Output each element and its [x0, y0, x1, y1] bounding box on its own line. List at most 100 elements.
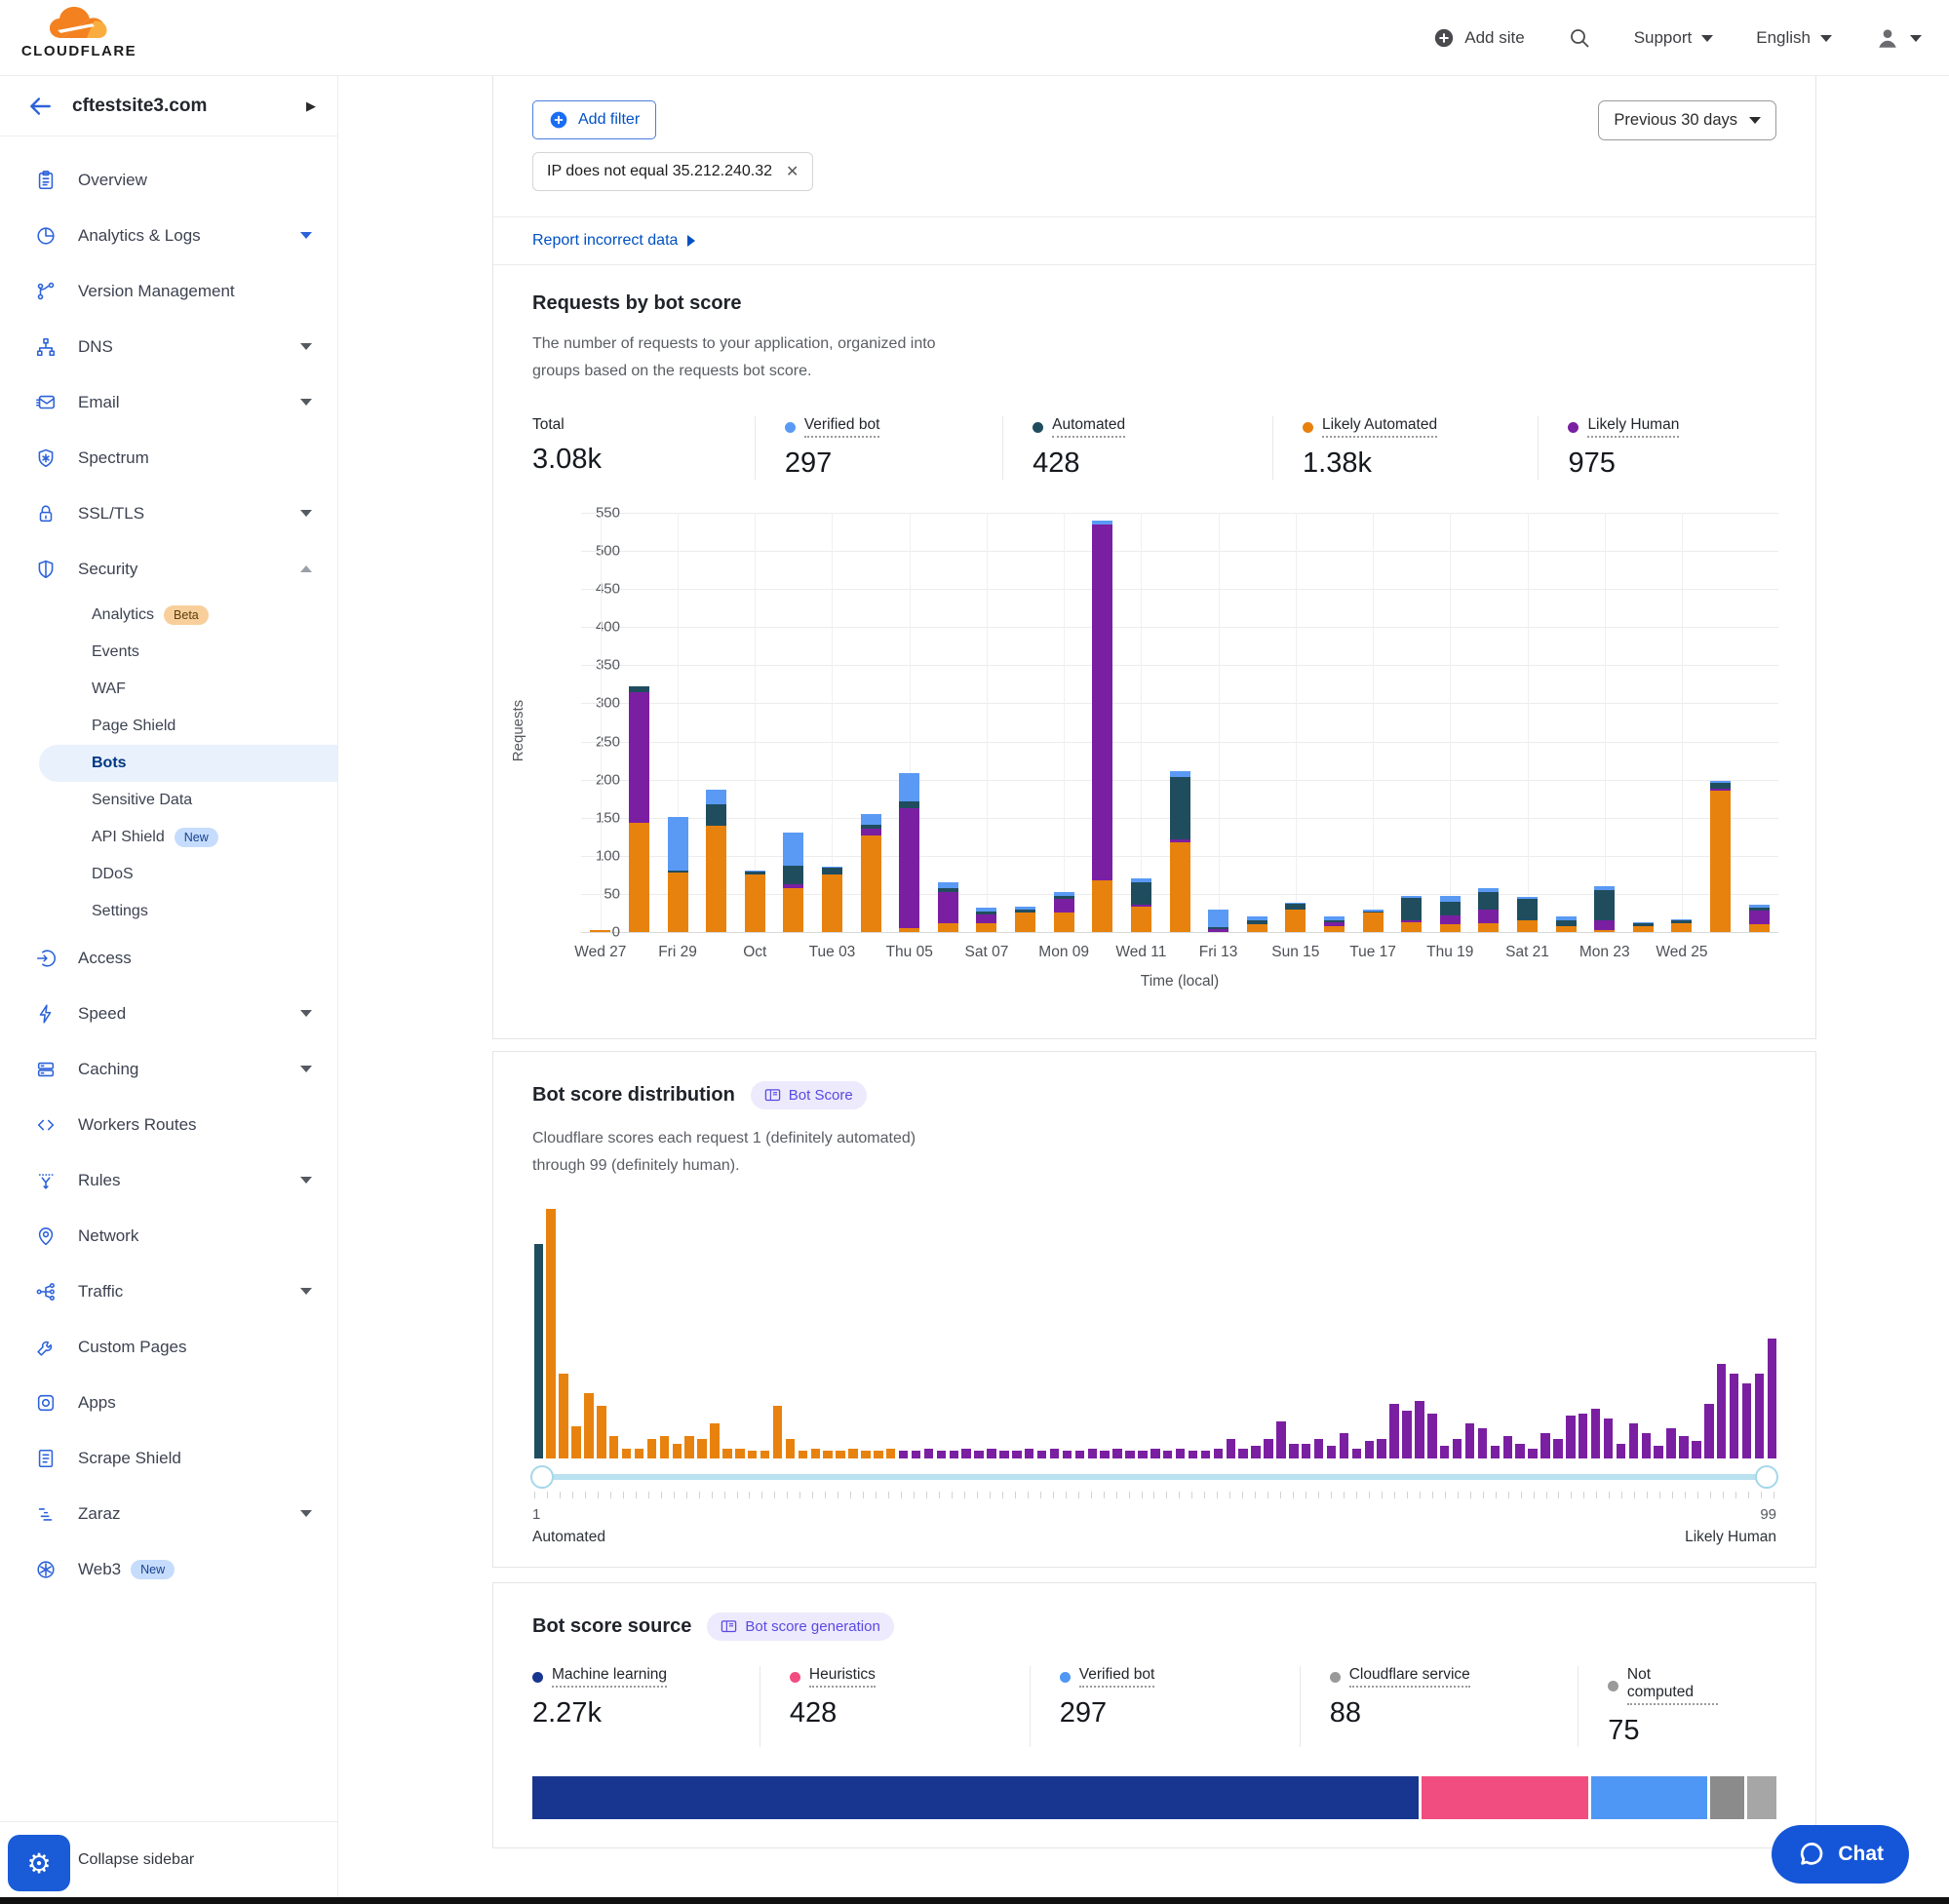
- bar-segment-likely-automated: [976, 923, 996, 932]
- sidebar-item-analytics-logs[interactable]: Analytics & Logs: [0, 208, 337, 263]
- y-axis-tick: 250: [577, 733, 620, 750]
- stat-value: 428: [1033, 447, 1243, 480]
- remove-filter-icon[interactable]: ✕: [786, 162, 799, 181]
- chevron-down-icon: [300, 1288, 312, 1295]
- sidebar-item-api-shield[interactable]: API ShieldNew: [0, 819, 337, 856]
- web3-icon: [35, 1559, 57, 1580]
- sidebar-item-apps[interactable]: Apps: [0, 1375, 337, 1430]
- chevron-down-icon: [300, 1510, 312, 1517]
- sidebar-item-settings[interactable]: Settings: [0, 893, 337, 930]
- beta-badge: Beta: [164, 605, 209, 625]
- support-menu[interactable]: Support: [1634, 28, 1714, 48]
- source-bar-segment-verified-bot: [1591, 1776, 1707, 1819]
- stat-likely-automated: Likely Automated1.38k: [1303, 416, 1539, 480]
- add-site-button[interactable]: Add site: [1433, 27, 1524, 49]
- sidebar-item-scrape-shield[interactable]: Scrape Shield: [0, 1430, 337, 1486]
- bar-segment-likely-automated: [706, 826, 726, 932]
- histogram-bar-score-12: [673, 1444, 682, 1458]
- histogram-bar-score-6: [597, 1406, 606, 1458]
- sidebar-item-label: Sensitive Data: [92, 792, 192, 809]
- histogram-bar-score-73: [1440, 1446, 1450, 1458]
- sidebar-item-security[interactable]: Security: [0, 541, 337, 597]
- stacked-bar: [1208, 910, 1228, 932]
- stacked-bar: [668, 817, 688, 932]
- sidebar-item-network[interactable]: Network: [0, 1208, 337, 1263]
- bar-segment-likely-automated: [1556, 926, 1577, 932]
- sidebar: cftestsite3.com ▶ OverviewAnalytics & Lo…: [0, 76, 338, 1897]
- sidebar-item-speed[interactable]: Speed: [0, 986, 337, 1041]
- sidebar-item-ssl-tls[interactable]: SSL/TLS: [0, 486, 337, 541]
- language-menu[interactable]: English: [1756, 28, 1832, 48]
- sidebar-item-overview[interactable]: Overview: [0, 152, 337, 208]
- histogram-bar-score-79: [1515, 1444, 1525, 1458]
- sidebar-item-page-shield[interactable]: Page Shield: [0, 708, 337, 745]
- histogram-bar-score-69: [1389, 1404, 1399, 1458]
- histogram-bar-score-44: [1075, 1451, 1085, 1458]
- settings-gear-button[interactable]: ⚙: [8, 1835, 70, 1891]
- chat-button[interactable]: Chat: [1772, 1825, 1909, 1884]
- histogram-bar-score-14: [697, 1439, 707, 1458]
- sidebar-item-dns[interactable]: DNS: [0, 319, 337, 374]
- x-axis-tick: Wed 27: [574, 944, 626, 961]
- slider-handle-min[interactable]: [530, 1465, 554, 1489]
- report-incorrect-data-link[interactable]: Report incorrect data: [532, 232, 695, 250]
- histogram-bar-score-41: [1037, 1451, 1047, 1458]
- filter-chip[interactable]: IP does not equal 35.212.240.32 ✕: [532, 152, 813, 191]
- x-axis-tick: Tue 17: [1349, 944, 1396, 961]
- user-menu[interactable]: [1875, 25, 1922, 51]
- sidebar-item-custom-pages[interactable]: Custom Pages: [0, 1319, 337, 1375]
- histogram-bar-score-76: [1478, 1428, 1488, 1458]
- bar-segment-likely-automated: [1363, 913, 1384, 932]
- site-expand-icon[interactable]: ▶: [306, 98, 316, 114]
- cloudflare-logo[interactable]: CLOUDFLARE: [16, 5, 142, 59]
- histogram-bar-score-10: [647, 1439, 657, 1458]
- sidebar-item-workers-routes[interactable]: Workers Routes: [0, 1097, 337, 1152]
- search-button[interactable]: [1568, 26, 1591, 50]
- bar-segment-likely-automated: [1401, 922, 1422, 932]
- back-arrow-icon[interactable]: [27, 94, 53, 119]
- sidebar-item-analytics[interactable]: AnalyticsBeta: [0, 597, 337, 634]
- stat-verified-bot: Verified bot297: [1060, 1666, 1301, 1747]
- sidebar-item-rules[interactable]: Rules: [0, 1152, 337, 1208]
- y-axis-tick: 200: [577, 771, 620, 788]
- add-filter-button[interactable]: Add filter: [532, 100, 656, 139]
- rules-icon: [35, 1170, 57, 1191]
- sidebar-item-email[interactable]: Email: [0, 374, 337, 430]
- slider-max-label: Likely Human: [1685, 1529, 1776, 1546]
- sidebar-item-access[interactable]: Access: [0, 930, 337, 986]
- sidebar-item-label: Bots: [92, 755, 127, 772]
- sidebar-item-ddos[interactable]: DDoS: [0, 856, 337, 893]
- bot-score-generation-badge[interactable]: Bot score generation: [707, 1613, 893, 1641]
- sidebar-item-label: Security: [78, 560, 137, 579]
- bar-segment-likely-human: [629, 692, 649, 823]
- bar-segment-likely-automated: [1517, 920, 1538, 932]
- sidebar-item-bots[interactable]: Bots: [39, 745, 337, 782]
- sidebar-item-zaraz[interactable]: Zaraz: [0, 1486, 337, 1541]
- bar-segment-likely-automated: [822, 874, 842, 932]
- sidebar-item-web3[interactable]: Web3New: [0, 1541, 337, 1597]
- histogram-bar-score-72: [1427, 1414, 1437, 1458]
- slider-handle-max[interactable]: [1755, 1465, 1778, 1489]
- histogram-bar-score-40: [1025, 1449, 1034, 1458]
- sidebar-item-traffic[interactable]: Traffic: [0, 1263, 337, 1319]
- histogram-bar-score-7: [609, 1436, 619, 1458]
- date-range-select[interactable]: Previous 30 days: [1598, 100, 1776, 140]
- sidebar-item-spectrum[interactable]: Spectrum: [0, 430, 337, 486]
- bar-segment-likely-human: [1092, 525, 1112, 880]
- new-badge: New: [131, 1560, 175, 1579]
- stat-label: Likely Automated: [1322, 416, 1437, 438]
- arrow-right-icon: [687, 235, 695, 247]
- x-axis-tick: Mon 23: [1579, 944, 1630, 961]
- histogram-bar-score-96: [1730, 1374, 1739, 1458]
- bot-score-source-bar: [532, 1776, 1776, 1819]
- sidebar-item-events[interactable]: Events: [0, 634, 337, 671]
- histogram-bar-score-51: [1163, 1451, 1173, 1458]
- sidebar-item-waf[interactable]: WAF: [0, 671, 337, 708]
- sidebar-item-sensitive-data[interactable]: Sensitive Data: [0, 782, 337, 819]
- sidebar-item-caching[interactable]: Caching: [0, 1041, 337, 1097]
- slider-track[interactable]: [532, 1474, 1776, 1480]
- histogram-bar-score-58: [1251, 1446, 1261, 1458]
- bot-score-docs-badge[interactable]: Bot Score: [751, 1081, 867, 1109]
- workers-routes-icon: [35, 1114, 57, 1136]
- sidebar-item-version-management[interactable]: Version Management: [0, 263, 337, 319]
